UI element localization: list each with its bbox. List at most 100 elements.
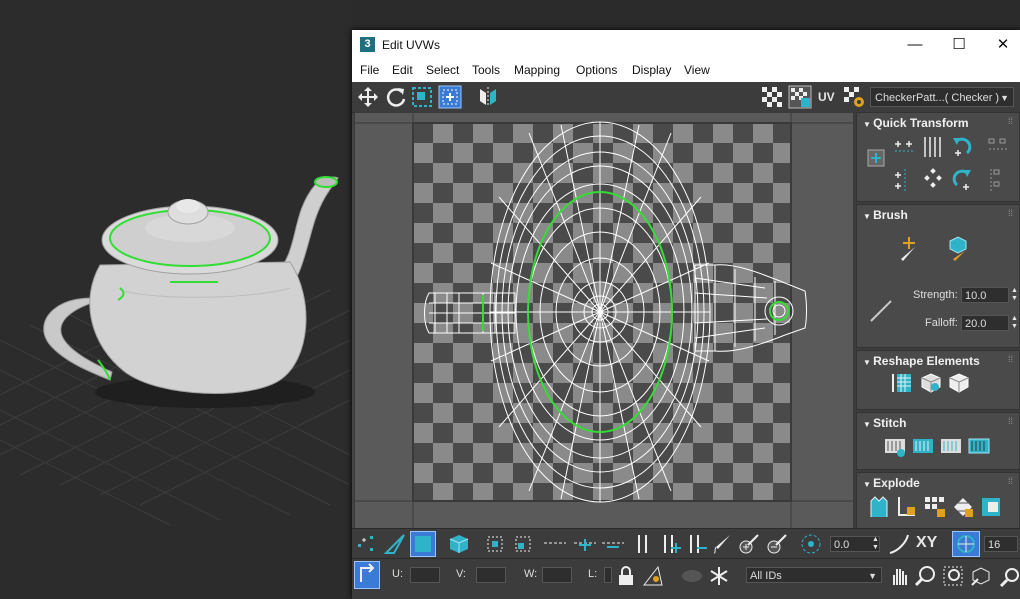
ring-grow-icon[interactable]	[660, 533, 682, 555]
material-id-dropdown[interactable]: All IDs ▼	[746, 567, 882, 583]
menu-edit[interactable]: Edit	[392, 63, 413, 77]
brush-title[interactable]: Brush	[863, 208, 908, 222]
relax-element-icon[interactable]	[919, 371, 943, 395]
minimize-button[interactable]: —	[900, 34, 930, 56]
flatten-by-material-icon[interactable]	[979, 495, 1003, 519]
menu-tools[interactable]: Tools	[472, 63, 500, 77]
stitch-title[interactable]: Stitch	[863, 416, 906, 430]
zoom-region-icon[interactable]	[942, 565, 964, 587]
quick-transform-title[interactable]: Quick Transform	[863, 116, 968, 130]
paint-move-icon[interactable]	[897, 235, 923, 263]
grip-icon[interactable]: ⁞⁞	[1008, 208, 1013, 218]
spinner-arrows-icon[interactable]: ▲ ▼	[1011, 287, 1018, 303]
pivot-icon[interactable]	[800, 533, 822, 555]
stitch-average-icon[interactable]	[939, 435, 963, 459]
zoom-icon[interactable]	[914, 565, 936, 587]
brush-falloff-icon[interactable]	[869, 297, 893, 323]
align-horizontal-icon[interactable]	[893, 137, 917, 159]
align-vertical-icon[interactable]	[893, 167, 917, 193]
spinner-arrows-icon[interactable]: ▲ ▼	[872, 536, 879, 552]
pan-icon[interactable]	[888, 565, 910, 587]
stitch-custom-icon[interactable]	[883, 435, 907, 459]
rotate-ccw-icon[interactable]	[951, 135, 973, 159]
paint-shrink-icon[interactable]	[766, 533, 790, 555]
mirror-icon[interactable]	[476, 85, 500, 109]
checker-grid-icon[interactable]	[788, 85, 812, 109]
reshape-elements-title[interactable]: Reshape Elements	[863, 354, 980, 368]
pivot-center-icon[interactable]	[867, 149, 885, 167]
spinner-arrows-icon[interactable]: ▲ ▼	[1011, 315, 1018, 331]
menu-mapping[interactable]: Mapping	[514, 63, 560, 77]
close-button[interactable]: ✕	[988, 34, 1018, 56]
checker-toggle-icon[interactable]	[760, 85, 784, 109]
grid-snap-button[interactable]	[952, 531, 980, 557]
absolute-offset-icon	[360, 563, 375, 582]
scale-icon[interactable]	[410, 85, 434, 109]
uv-editor-viewport[interactable]	[354, 112, 854, 530]
loop-grow-icon[interactable]	[572, 535, 598, 553]
ring-shrink-icon[interactable]	[686, 533, 708, 555]
menu-display[interactable]: Display	[632, 63, 671, 77]
paint-select-icon[interactable]	[712, 533, 734, 555]
explode-by-smoothing-icon[interactable]	[923, 495, 947, 519]
paint-relax-icon[interactable]	[945, 235, 971, 263]
title-bar[interactable]: 3 Edit UVWs — ☐ ✕	[352, 30, 1020, 60]
space-horizontal-icon[interactable]	[921, 135, 943, 159]
element-mode-icon[interactable]	[448, 533, 470, 555]
grow-selection-icon[interactable]	[484, 533, 506, 555]
move-icon[interactable]	[356, 85, 380, 109]
zoom-selected-icon[interactable]	[998, 565, 1020, 587]
vertex-mode-icon[interactable]	[356, 534, 378, 554]
straighten-icon[interactable]	[921, 167, 945, 193]
grip-icon[interactable]: ⁞⁞	[1008, 416, 1013, 426]
grid-size-spinner[interactable]: 16	[984, 536, 1018, 552]
maximize-button[interactable]: ☐	[944, 34, 974, 56]
strength-spinner[interactable]: 10.0	[961, 287, 1009, 303]
align-small-icon[interactable]	[987, 135, 1009, 155]
edge-mode-icon[interactable]	[384, 533, 406, 555]
loop-shrink-icon[interactable]	[600, 535, 626, 553]
menu-view[interactable]: View	[684, 63, 710, 77]
uv-label[interactable]: UV	[818, 90, 835, 104]
paint-grow-icon[interactable]	[738, 533, 762, 555]
space-small-icon[interactable]	[987, 167, 1009, 193]
absolute-offset-button[interactable]	[354, 561, 380, 589]
falloff-spinner[interactable]: 20.0	[961, 315, 1009, 331]
zoom-extents-icon[interactable]	[970, 565, 992, 587]
menu-file[interactable]: File	[360, 63, 379, 77]
rotate-icon[interactable]	[384, 85, 408, 109]
explode-title[interactable]: Explode	[863, 476, 920, 490]
show-icon[interactable]	[680, 567, 704, 585]
break-icon[interactable]	[867, 495, 891, 519]
texture-settings-icon[interactable]	[842, 85, 866, 109]
straighten-selection-icon[interactable]	[891, 371, 915, 395]
v-field[interactable]	[476, 567, 506, 583]
freeze-icon[interactable]	[708, 565, 730, 587]
l-field[interactable]	[604, 567, 612, 583]
stitch-to-target-icon[interactable]	[967, 435, 991, 459]
texture-dropdown[interactable]: CheckerPatt...( Checker ) ▼	[870, 87, 1014, 107]
u-field[interactable]	[410, 567, 440, 583]
loop-selection-icon[interactable]	[542, 535, 568, 553]
split-edge-icon[interactable]	[895, 495, 919, 519]
w-field[interactable]	[542, 567, 572, 583]
lock-icon[interactable]	[616, 565, 636, 587]
shrink-selection-icon[interactable]	[512, 533, 534, 555]
hide-icon[interactable]	[642, 565, 664, 587]
perspective-viewport[interactable]	[0, 0, 352, 598]
grip-icon[interactable]: ⁞⁞	[1008, 354, 1013, 364]
face-mode-button[interactable]	[410, 531, 436, 557]
flatten-by-polygon-icon[interactable]	[951, 495, 975, 519]
ring-selection-icon[interactable]	[634, 533, 652, 555]
freeform-icon[interactable]	[438, 85, 462, 109]
rotate-cw-icon[interactable]	[951, 167, 973, 193]
menu-select[interactable]: Select	[426, 63, 459, 77]
flatten-element-icon[interactable]	[947, 371, 971, 395]
material-id-value: All IDs	[750, 570, 782, 582]
grip-icon[interactable]: ⁞⁞	[1008, 116, 1013, 126]
grip-icon[interactable]: ⁞⁞	[1008, 476, 1013, 486]
menu-options[interactable]: Options	[576, 63, 617, 77]
soft-selection-icon[interactable]	[888, 533, 910, 555]
xy-toggle[interactable]: XY	[916, 534, 937, 552]
stitch-to-source-icon[interactable]	[911, 435, 935, 459]
